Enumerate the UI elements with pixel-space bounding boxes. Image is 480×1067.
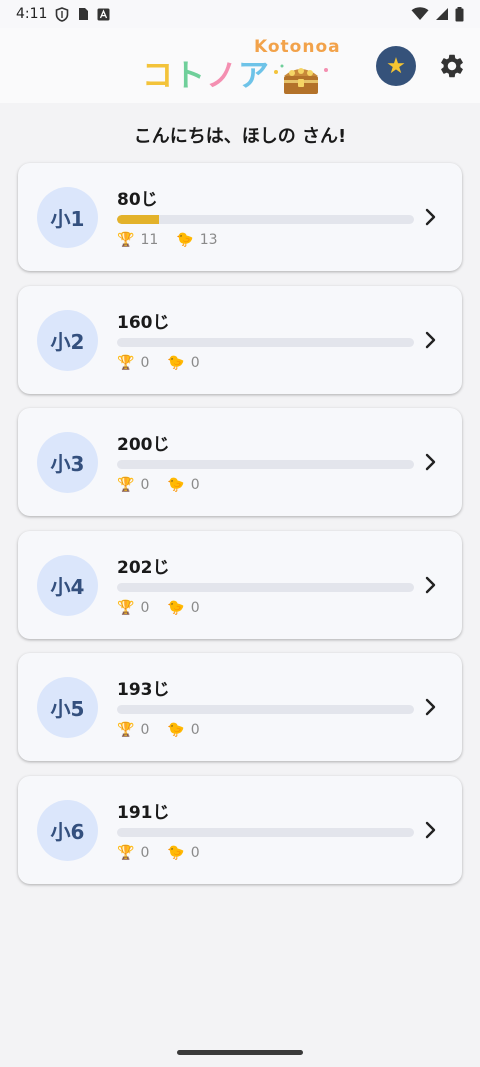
chevron-right-icon: [425, 576, 436, 594]
kanji-count: 160じ: [117, 313, 170, 333]
chick-count: 13: [199, 232, 218, 248]
chick-icon: 🐤: [167, 722, 185, 738]
logo-jp-text: コトノア: [142, 50, 270, 95]
trophy-stat: 🏆 0: [117, 600, 149, 616]
trophy-stat: 🏆 11: [117, 232, 158, 248]
stats-row: 🏆 0 🐤 0: [117, 722, 218, 738]
grade-badge: 小2: [37, 310, 98, 371]
trophy-stat: 🏆 0: [117, 477, 149, 493]
kanji-count: 202じ: [117, 558, 170, 578]
chick-icon: 🐤: [167, 355, 185, 371]
status-time: 4:11: [16, 6, 48, 22]
settings-button[interactable]: [436, 48, 468, 84]
chick-count: 0: [190, 845, 200, 861]
star-icon: ★: [386, 53, 406, 79]
chick-icon: 🐤: [176, 232, 194, 248]
chevron-right-icon: [425, 698, 436, 716]
wifi-icon: [411, 7, 429, 21]
trophy-stat: 🏆 0: [117, 355, 149, 371]
treasure-chest-icon: [270, 62, 332, 102]
stats-row: 🏆 11 🐤 13: [117, 232, 236, 248]
chick-count: 0: [190, 722, 200, 738]
stats-row: 🏆 0 🐤 0: [117, 845, 218, 861]
chick-icon: 🐤: [167, 600, 185, 616]
logo-en-text: Kotonoa: [254, 37, 341, 57]
chick-count: 0: [190, 477, 200, 493]
kanji-count: 80じ: [117, 190, 158, 210]
progress-bar: [117, 338, 414, 347]
chevron-right-icon: [425, 821, 436, 839]
greeting-text: こんにちは、ほしの さん!: [133, 126, 347, 147]
trophy-count: 0: [140, 355, 150, 371]
stats-row: 🏆 0 🐤 0: [117, 600, 218, 616]
grade-card[interactable]: 小6 191じ 🏆 0 🐤 0: [18, 776, 462, 884]
favorites-button[interactable]: ★: [376, 46, 416, 86]
battery-icon: [455, 6, 464, 22]
chick-count: 0: [190, 600, 200, 616]
grade-card[interactable]: 小3 200じ 🏆 0 🐤 0: [18, 408, 462, 516]
gear-icon: [441, 54, 463, 78]
grade-card[interactable]: 小4 202じ 🏆 0 🐤 0: [18, 531, 462, 639]
chick-stat: 🐤 0: [167, 845, 199, 861]
stats-row: 🏆 0 🐤 0: [117, 477, 218, 493]
grade-card[interactable]: 小2 160じ 🏆 0 🐤 0: [18, 286, 462, 394]
grade-badge: 小3: [37, 432, 98, 493]
sim-card-icon: [77, 7, 89, 21]
trophy-count: 11: [140, 232, 159, 248]
kanji-count: 200じ: [117, 435, 170, 455]
app-logo: コトノア Kotonoa: [142, 36, 342, 96]
grade-badge: 小5: [37, 677, 98, 738]
trophy-stat: 🏆 0: [117, 845, 149, 861]
kanji-count: 193じ: [117, 680, 170, 700]
chick-stat: 🐤 0: [167, 600, 199, 616]
trophy-icon: 🏆: [117, 355, 135, 371]
shield-icon: [55, 6, 69, 22]
trophy-count: 0: [140, 477, 150, 493]
logo-char-3: ノ: [206, 58, 238, 94]
chick-stat: 🐤 0: [167, 355, 199, 371]
grade-badge: 小6: [37, 800, 98, 861]
progress-bar: [117, 215, 414, 224]
trophy-icon: 🏆: [117, 477, 135, 493]
trophy-icon: 🏆: [117, 600, 135, 616]
status-bar: 4:11: [0, 0, 480, 28]
chick-stat: 🐤 13: [176, 232, 217, 248]
trophy-stat: 🏆 0: [117, 722, 149, 738]
chevron-right-icon: [425, 331, 436, 349]
chick-icon: 🐤: [167, 845, 185, 861]
kanji-count: 191じ: [117, 803, 170, 823]
stats-row: 🏆 0 🐤 0: [117, 355, 218, 371]
signal-icon: [435, 7, 449, 21]
progress-bar: [117, 583, 414, 592]
trophy-count: 0: [140, 600, 150, 616]
grade-card[interactable]: 小1 80じ 🏆 11 🐤 13: [18, 163, 462, 271]
chick-stat: 🐤 0: [167, 477, 199, 493]
grade-badge: 小4: [37, 555, 98, 616]
progress-bar: [117, 460, 414, 469]
chick-count: 0: [190, 355, 200, 371]
progress-bar: [117, 828, 414, 837]
chick-icon: 🐤: [167, 477, 185, 493]
logo-char-4: ア: [238, 58, 270, 94]
font-icon: [97, 8, 110, 21]
logo-char-2: ト: [174, 58, 206, 94]
chevron-right-icon: [425, 453, 436, 471]
progress-bar: [117, 705, 414, 714]
grade-badge: 小1: [37, 187, 98, 248]
chick-stat: 🐤 0: [167, 722, 199, 738]
trophy-count: 0: [140, 722, 150, 738]
trophy-icon: 🏆: [117, 722, 135, 738]
logo-char-1: コ: [142, 58, 174, 94]
trophy-count: 0: [140, 845, 150, 861]
grade-card[interactable]: 小5 193じ 🏆 0 🐤 0: [18, 653, 462, 761]
app-header: コトノア Kotonoa ★: [0, 28, 480, 103]
home-indicator[interactable]: [177, 1050, 303, 1055]
progress-fill: [117, 215, 159, 224]
trophy-icon: 🏆: [117, 232, 135, 248]
trophy-icon: 🏆: [117, 845, 135, 861]
chevron-right-icon: [425, 208, 436, 226]
